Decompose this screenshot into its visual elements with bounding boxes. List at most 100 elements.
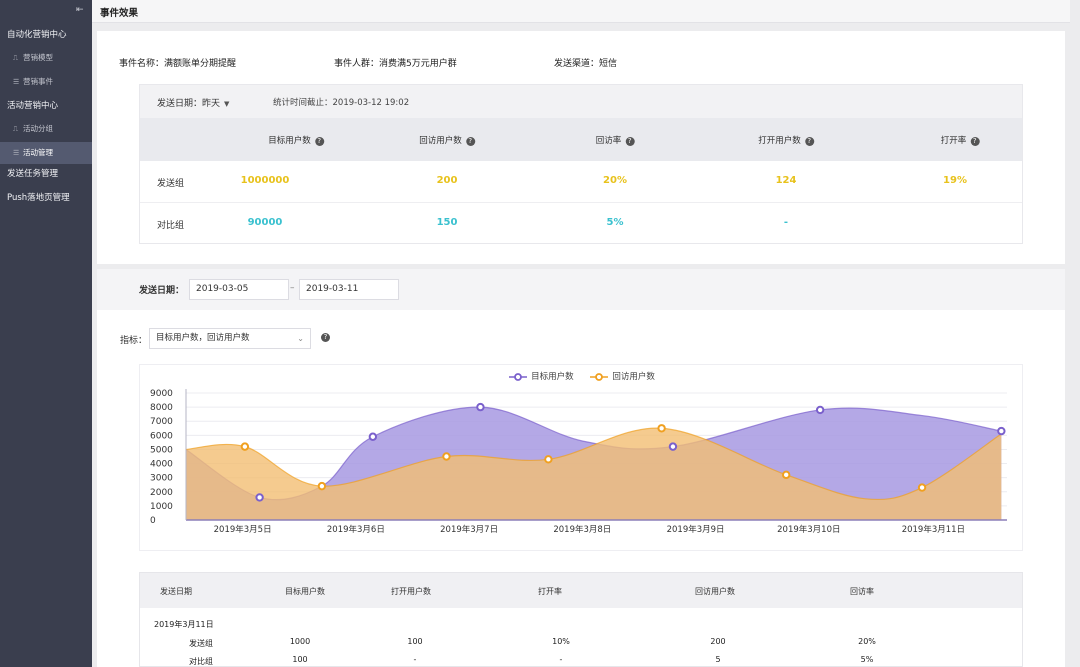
stat-value: 19% <box>943 175 967 186</box>
caret-down-icon: ▼ <box>224 100 230 108</box>
send-date-dropdown[interactable]: 发送日期：昨天 ▼ <box>157 96 229 109</box>
sidebar-item-activity-group[interactable]: ⎍ 活动分组 <box>0 118 92 140</box>
daily-data-table: 发送日期 目标用户数 打开用户数 打开率 回访用户数 回访率 2019年3月11… <box>139 572 1023 667</box>
help-icon[interactable]: ? <box>804 137 814 146</box>
help-icon[interactable]: ? <box>970 137 980 146</box>
x-tick-label: 2019年3月5日 <box>214 524 272 535</box>
chart-plot: 9000 8000 7000 6000 5000 4000 3000 2000 1000 0 201… <box>150 389 1007 535</box>
stat-value: 90000 <box>247 217 283 228</box>
date-range-separator: – <box>290 283 295 293</box>
data-point <box>255 493 264 502</box>
data-point <box>240 442 250 451</box>
stat-value: - <box>783 217 789 228</box>
column-header-label: 回访用户数 <box>419 136 462 146</box>
table-header-row: 发送日期 目标用户数 打开用户数 打开率 回访用户数 回访率 <box>140 573 1022 608</box>
chevron-down-icon: ⌄ <box>297 334 304 343</box>
sidebar-group-activity[interactable]: 活动营销中心 <box>0 95 92 117</box>
y-tick-label: 7000 <box>150 417 173 427</box>
help-icon[interactable]: ? <box>465 137 475 146</box>
data-point <box>657 424 666 433</box>
trend-icon: ⎍ <box>13 125 18 133</box>
table-cell: 5 <box>715 655 721 664</box>
sidebar: ⇤ 自动化营销中心 ⎍ 营销模型 ☰ 营销事件 活动营销中心 ⎍ 活动分组 ☰ 活动管理… <box>0 0 92 667</box>
sidebar-item-label: 活动管理 <box>23 148 53 157</box>
stats-row-send-group: 发送组 1000000 200 20% 124 19% <box>140 161 1022 203</box>
event-name: 事件名称：满额账单分期提醒 <box>119 59 237 69</box>
area-chart: 目标用户数 回访用户数 9000 8000 7000 6000 5000 4000 3000… <box>139 364 1023 551</box>
end-date-input[interactable]: 2019-03-11 <box>299 279 399 300</box>
x-tick-label: 2019年3月7日 <box>440 524 498 535</box>
column-header-label: 回访率 <box>595 136 622 146</box>
send-date-label: 发送日期：昨天 <box>157 99 221 109</box>
help-icon[interactable]: ? <box>314 137 324 146</box>
stat-value: 1000000 <box>240 175 290 186</box>
stats-column-headers: 目标用户数? 回访用户数? 回访率? 打开用户数? 打开率? <box>140 118 1022 161</box>
table-row-label: 发送组 <box>189 639 213 648</box>
y-tick-label: 8000 <box>150 403 173 413</box>
column-header: 打开用户数? <box>758 134 814 146</box>
sidebar-item-marketing-event[interactable]: ☰ 营销事件 <box>0 71 92 93</box>
table-header-cell: 回访率 <box>850 587 874 596</box>
stat-value: 150 <box>436 217 458 228</box>
page-title: 事件效果 <box>100 8 139 19</box>
stats-cutoff-time: 统计时间截止：2019-03-12 19:02 <box>273 98 410 108</box>
table-cell: - <box>559 655 563 664</box>
y-tick-label: 1000 <box>150 502 173 512</box>
sidebar-item-label: 营销模型 <box>23 53 53 62</box>
table-header-cell: 打开率 <box>538 587 562 596</box>
table-header-cell: 目标用户数 <box>285 587 325 596</box>
sort-icon: ☰ <box>13 149 20 157</box>
stats-row-control-group: 对比组 90000 150 5% - <box>140 203 1022 245</box>
table-cell: 200 <box>710 637 726 646</box>
x-tick-label: 2019年3月6日 <box>327 524 385 535</box>
data-point <box>476 402 485 412</box>
table-header-cell: 发送日期 <box>160 587 192 596</box>
sidebar-item-marketing-model[interactable]: ⎍ 营销模型 <box>0 47 92 69</box>
table-date-cell: 2019年3月11日 <box>154 620 214 629</box>
x-tick-label: 2019年3月10日 <box>777 524 840 535</box>
sidebar-group-push-landing[interactable]: Push落地页管理 <box>0 187 92 209</box>
sort-icon: ☰ <box>13 78 20 86</box>
y-tick-label: 0 <box>150 516 156 526</box>
collapse-sidebar-icon[interactable]: ⇤ <box>76 5 86 15</box>
data-point <box>317 481 327 491</box>
y-tick-label: 3000 <box>150 474 173 484</box>
trend-card: 发送日期： 2019-03-05 – 2019-03-11 指标： 目标用户数，… <box>97 269 1065 667</box>
stat-value: 20% <box>603 175 627 186</box>
column-header: 目标用户数? <box>268 134 324 146</box>
table-cell: 10% <box>552 637 570 646</box>
data-point <box>368 432 378 441</box>
metric-label: 指标： <box>120 336 148 346</box>
start-date-input[interactable]: 2019-03-05 <box>189 279 289 300</box>
column-header-label: 打开率 <box>940 136 967 146</box>
sidebar-group-automation[interactable]: 自动化营销中心 <box>0 24 92 46</box>
stat-value: 124 <box>775 175 797 186</box>
sidebar-item-activity-manage[interactable]: ☰ 活动管理 <box>0 142 92 164</box>
stats-summary: 发送日期：昨天 ▼ 统计时间截止：2019-03-12 19:02 目标用户数? … <box>139 84 1023 244</box>
data-point <box>544 455 553 464</box>
y-tick-label: 5000 <box>150 445 173 455</box>
table-header-cell: 回访用户数 <box>695 587 735 596</box>
data-point <box>442 452 451 461</box>
event-channel: 发送渠道：短信 <box>554 59 618 69</box>
y-tick-label: 9000 <box>150 389 173 399</box>
help-icon[interactable]: ? <box>625 137 635 146</box>
table-cell: 20% <box>858 637 876 646</box>
top-bar: 事件效果 <box>92 0 1070 23</box>
help-icon[interactable]: ? <box>321 333 330 342</box>
metric-select-value: 目标用户数，回访用户数 <box>156 333 250 343</box>
x-tick-label: 2019年3月9日 <box>667 524 725 535</box>
data-point <box>917 483 927 492</box>
date-filter-bar: 发送日期： 2019-03-05 – 2019-03-11 <box>97 269 1065 310</box>
column-header: 打开率? <box>941 134 980 146</box>
sidebar-item-label: 活动分组 <box>23 124 53 133</box>
table-cell: 5% <box>860 655 874 664</box>
stats-header: 发送日期：昨天 ▼ 统计时间截止：2019-03-12 19:02 <box>140 85 1022 118</box>
column-header: 回访率? <box>596 134 635 146</box>
event-audience: 事件人群：消费满5万元用户群 <box>334 59 457 69</box>
table-row-label: 对比组 <box>189 657 213 666</box>
metric-select[interactable]: 目标用户数，回访用户数 ⌄ <box>149 328 311 349</box>
sidebar-group-send-task[interactable]: 发送任务管理 <box>0 163 92 185</box>
column-header-label: 目标用户数 <box>268 136 311 146</box>
x-tick-label: 2019年3月8日 <box>553 524 611 535</box>
